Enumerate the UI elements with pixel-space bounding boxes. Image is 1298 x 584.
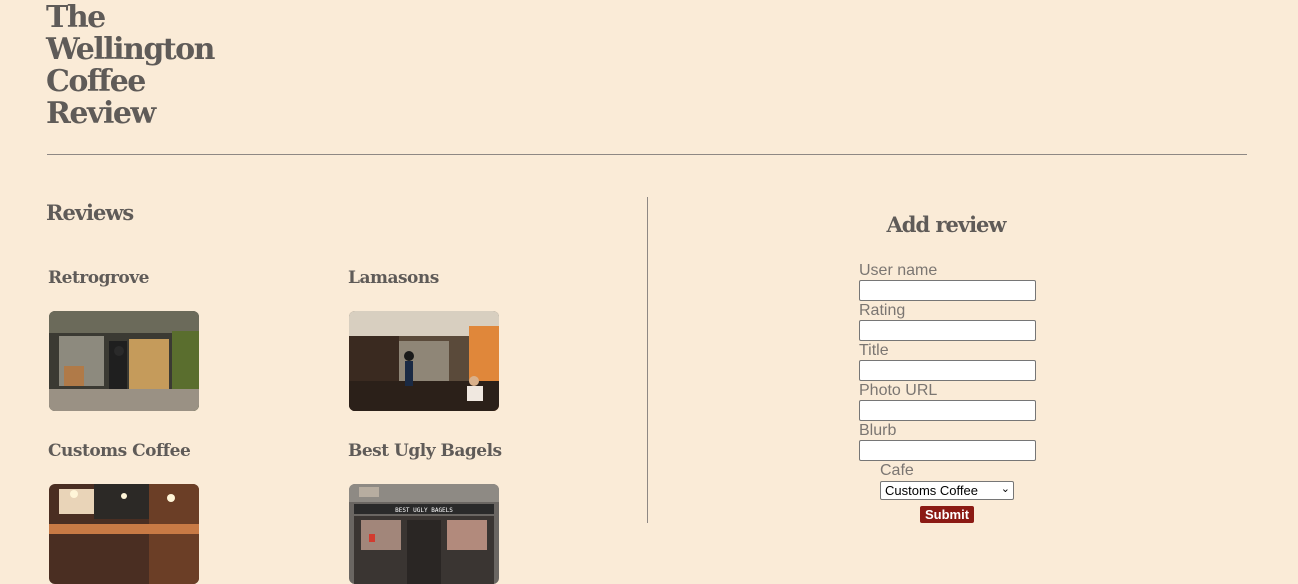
bagel-shop-storefront-photo[interactable]: BEST UGLY BAGELS	[349, 484, 499, 584]
chevron-down-icon: ⌄	[1000, 483, 1010, 495]
review-card-title: Customs Coffee	[48, 441, 191, 461]
reviews-heading: Reviews	[46, 200, 134, 225]
title-label: Title	[859, 342, 889, 359]
rating-input[interactable]	[859, 320, 1036, 341]
review-card[interactable]: Retrogrove	[48, 268, 248, 411]
cafe-counter-photo[interactable]	[49, 484, 199, 584]
site-title: The Wellington Coffee Review	[46, 0, 216, 131]
cafe-select-value: Customs Coffee	[885, 483, 978, 498]
add-review-heading: Add review	[886, 212, 1006, 237]
site-title-line: Coffee	[46, 64, 146, 99]
bagel-shop-sign-text: BEST UGLY BAGELS	[395, 507, 453, 514]
blurb-label: Blurb	[859, 422, 897, 439]
photo-url-input[interactable]	[859, 400, 1036, 421]
user-name-input[interactable]	[859, 280, 1036, 301]
cafe-label: Cafe	[880, 462, 914, 479]
review-card-title: Lamasons	[348, 268, 439, 288]
cafe-select[interactable]: Customs Coffee ⌄	[880, 481, 1014, 500]
review-card-title: Best Ugly Bagels	[348, 441, 502, 461]
review-card[interactable]: Lamasons	[348, 268, 548, 411]
review-card[interactable]: Best Ugly Bagels BEST UGLY BAGELS	[348, 441, 548, 584]
site-title-line: The	[46, 0, 106, 35]
title-input[interactable]	[859, 360, 1036, 381]
photo-url-label: Photo URL	[859, 382, 938, 399]
cafe-storefront-photo[interactable]	[49, 311, 199, 411]
cafe-interior-photo[interactable]	[349, 311, 499, 411]
header-divider	[47, 154, 1247, 155]
section-divider	[647, 197, 648, 523]
review-card[interactable]: Customs Coffee	[48, 441, 248, 584]
rating-label: Rating	[859, 302, 906, 319]
review-card-title: Retrogrove	[48, 268, 149, 288]
blurb-input[interactable]	[859, 440, 1036, 461]
submit-button[interactable]: Submit	[920, 506, 974, 523]
user-name-label: User name	[859, 262, 938, 279]
site-title-line: Wellington	[46, 32, 216, 67]
site-title-line: Review	[46, 96, 156, 131]
